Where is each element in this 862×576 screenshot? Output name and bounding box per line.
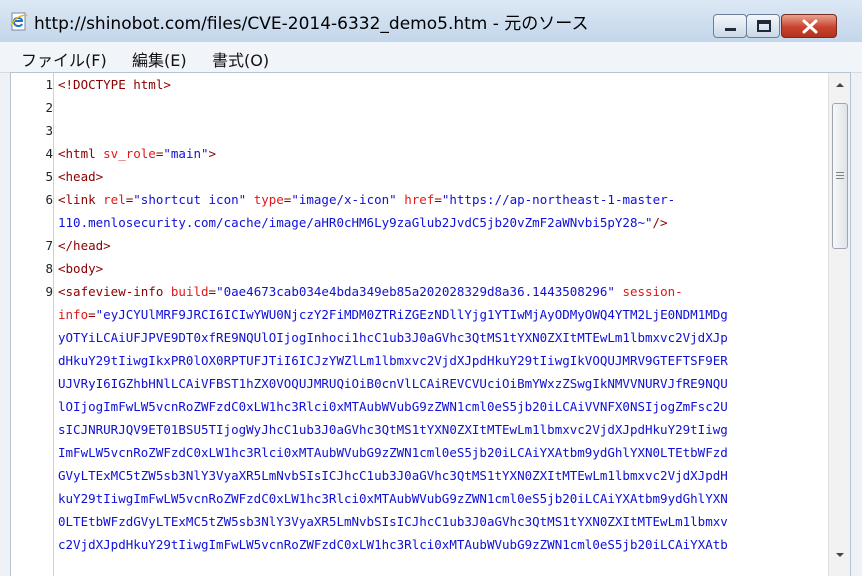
code-token: type — [253, 192, 284, 207]
code-line: 110.menlosecurity.com/cache/image/aHR0cH… — [58, 211, 668, 234]
code-token: "shortcut icon" — [133, 192, 254, 207]
line-number-gutter: 1 2 3 4 5 6 7 8 9 — [11, 73, 53, 576]
code-line: <!DOCTYPE html> — [58, 73, 171, 96]
code-line: <link rel="shortcut icon" type="image/x-… — [58, 188, 675, 211]
code-token: = — [434, 192, 442, 207]
code-token: rel — [103, 192, 126, 207]
minimize-icon — [725, 28, 736, 31]
code-token: dHkuY29tIiwgIkxPR0lOX0RPTUFJTiI6ICJzYWZl… — [58, 353, 728, 368]
view-source-window: http://shinobot.com/files/CVE-2014-6332_… — [0, 0, 862, 576]
menu-bar: ファイル(F) 編集(E) 書式(O) — [0, 42, 862, 73]
code-token: c2VjdXJpdHkuY29tIiwgImFwLW5vcnRoZWFzdC0x… — [58, 537, 728, 552]
ie-page-icon — [9, 12, 29, 32]
line-number: 9 — [45, 284, 53, 299]
code-token: <safeview-info — [58, 284, 171, 299]
close-button[interactable] — [781, 14, 837, 38]
code-token: build — [170, 284, 209, 299]
code-token: <html — [58, 146, 104, 161]
code-token: kuY29tIiwgImFwLW5vcnRoZWFzdC0xLW1hc3Rlci… — [58, 491, 728, 506]
code-line: UJVRyI6IGZhbHNlLCAiVFBST1hZX0VOQUJMRUQiO… — [58, 372, 728, 395]
line-number: 7 — [45, 238, 53, 253]
code-token: <!DOCTYPE html> — [58, 77, 171, 92]
code-token: = — [88, 307, 96, 322]
line-number: 8 — [45, 261, 53, 276]
code-token: > — [208, 146, 217, 161]
vertical-scrollbar[interactable] — [828, 73, 850, 576]
menu-file[interactable]: ファイル(F) — [21, 47, 107, 71]
code-token: </head> — [58, 238, 111, 253]
line-number: 3 — [45, 123, 53, 138]
line-number: 5 — [45, 169, 53, 184]
line-number: 1 — [45, 77, 53, 92]
code-token: yOTYiLCAiUFJPVE9DT0xfRE9NQUlOIjogInhoci1… — [58, 330, 728, 345]
code-token: UJVRyI6IGZhbHNlLCAiVFBST1hZX0VOQUJMRUQiO… — [58, 376, 728, 391]
scroll-up-icon[interactable] — [833, 79, 847, 91]
code-token: session- — [622, 284, 683, 299]
code-token: href — [404, 192, 435, 207]
code-token: GVyLTExMC5tZW5sb3NlY3VyaXR5LmNvbSIsICJhc… — [58, 468, 728, 483]
code-token: "0ae4673cab034e4bda349eb85a202028329d8a3… — [216, 284, 623, 299]
code-token: <body> — [58, 261, 104, 276]
maximize-button[interactable] — [746, 14, 780, 38]
code-line: lOIjogImFwLW5vcnRoZWFzdC0xLW1hc3Rlci0xMT… — [58, 395, 728, 418]
code-token: = — [208, 284, 217, 299]
code-token: "https://ap-northeast-1-master- — [441, 192, 676, 207]
code-line: <html sv_role="main"> — [58, 142, 216, 165]
code-token: /> — [652, 215, 668, 230]
code-token: "eyJCYUlMRF9JRCI6ICIwYWU0NjczY2FiMDM0ZTR… — [95, 307, 728, 322]
code-line: kuY29tIiwgImFwLW5vcnRoZWFzdC0xLW1hc3Rlci… — [58, 487, 728, 510]
code-line: <safeview-info build="0ae4673cab034e4bda… — [58, 280, 683, 303]
grip-icon — [836, 172, 844, 179]
maximize-icon — [757, 20, 771, 32]
code-line: yOTYiLCAiUFJPVE9DT0xfRE9NQUlOIjogInhoci1… — [58, 326, 728, 349]
code-token: "image/x-icon" — [291, 192, 405, 207]
code-line: ImFwLW5vcnRoZWFzdC0xLW1hc3Rlci0xMTAubWVu… — [58, 441, 728, 464]
code-line: <body> — [58, 257, 103, 280]
code-token: ImFwLW5vcnRoZWFzdC0xLW1hc3Rlci0xMTAubWVu… — [58, 445, 728, 460]
menu-format[interactable]: 書式(O) — [212, 47, 269, 71]
code-token: sv_role — [103, 146, 156, 161]
code-line: 0LTEtbWFzdGVyLTExMC5tZW5sb3NlY3VyaXR5LmN… — [58, 510, 728, 533]
code-token: "main" — [163, 146, 209, 161]
scrollbar-thumb[interactable] — [832, 103, 848, 249]
gutter-divider — [53, 73, 54, 576]
code-line: sICJNRURJQV9ET01BSU5TIjogWyJhcC1ub3J0aGV… — [58, 418, 728, 441]
scroll-down-icon[interactable] — [833, 549, 847, 561]
code-token: 0LTEtbWFzdGVyLTExMC5tZW5sb3NlY3VyaXR5LmN… — [58, 514, 728, 529]
line-number: 4 — [45, 146, 53, 161]
code-token: 110.menlosecurity.com/cache/image/aHR0cH… — [58, 215, 653, 230]
code-token: sICJNRURJQV9ET01BSU5TIjogWyJhcC1ub3J0aGV… — [58, 422, 728, 437]
line-number: 2 — [45, 100, 53, 115]
window-title: http://shinobot.com/files/CVE-2014-6332_… — [34, 14, 589, 34]
title-bar[interactable]: http://shinobot.com/files/CVE-2014-6332_… — [0, 0, 862, 42]
minimize-button[interactable] — [713, 14, 747, 38]
code-line: dHkuY29tIiwgIkxPR0lOX0RPTUFJTiI6ICJzYWZl… — [58, 349, 728, 372]
line-number: 6 — [45, 192, 53, 207]
menu-edit[interactable]: 編集(E) — [132, 47, 187, 71]
code-token: <link — [58, 192, 104, 207]
code-token: <head> — [58, 169, 104, 184]
code-line: GVyLTExMC5tZW5sb3NlY3VyaXR5LmNvbSIsICJhc… — [58, 464, 728, 487]
close-icon — [802, 19, 818, 34]
code-line: info="eyJCYUlMRF9JRCI6ICIwYWU0NjczY2FiMD… — [58, 303, 728, 326]
source-code[interactable]: <!DOCTYPE html> <html sv_role="main"> <hea… — [58, 73, 824, 576]
code-token: lOIjogImFwLW5vcnRoZWFzdC0xLW1hc3Rlci0xMT… — [58, 399, 728, 414]
code-token: info — [58, 307, 89, 322]
code-line: <head> — [58, 165, 103, 188]
code-line: c2VjdXJpdHkuY29tIiwgImFwLW5vcnRoZWFzdC0x… — [58, 533, 728, 556]
source-editor[interactable]: 1 2 3 4 5 6 7 8 9 <!DOCTYPE html> <html s… — [10, 72, 851, 576]
code-line: </head> — [58, 234, 111, 257]
